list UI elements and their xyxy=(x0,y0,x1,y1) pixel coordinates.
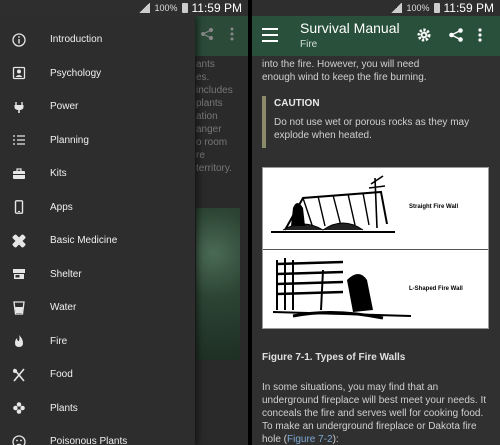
list-icon xyxy=(12,133,26,147)
drawer-item-basic-medicine[interactable]: Basic Medicine xyxy=(0,224,195,257)
article-content: into the fire. However, you will need en… xyxy=(252,56,500,445)
signal-icon xyxy=(391,3,403,13)
drawer-item-fire[interactable]: Fire xyxy=(0,325,195,358)
background-text-line: o room xyxy=(196,137,228,148)
drawer-item-label: Shelter xyxy=(50,268,82,280)
drawer-item-label: Introduction xyxy=(50,34,103,45)
drawer-item-label: Poisonous Plants xyxy=(50,436,128,445)
share-icon[interactable] xyxy=(448,27,464,43)
drawer-item-kits[interactable]: Kits xyxy=(0,157,195,190)
left-screen: 100% 11:59 PM ants es. includes plants ation… xyxy=(0,0,248,445)
drawer-item-poisonous-plants[interactable]: Poisonous Plants xyxy=(0,425,195,445)
drawer-item-shelter[interactable]: Shelter xyxy=(0,258,195,291)
intro-line-1: into the fire. However, you will need xyxy=(262,59,420,70)
battery-percent: 100% xyxy=(154,3,178,13)
intro-line-2: enough wind to keep the fire burning. xyxy=(262,72,427,83)
background-text-line: es. xyxy=(196,72,210,83)
l-shaped-fire-wall-label: L-Shaped Fire Wall xyxy=(409,286,463,292)
flame-icon xyxy=(12,334,26,348)
drawer-item-planning[interactable]: Planning xyxy=(0,124,195,157)
caution-text: Do not use wet or porous rocks as they m… xyxy=(274,117,470,141)
status-bar: 100% 11:59 PM xyxy=(0,0,248,16)
background-text-line: plants xyxy=(196,98,223,109)
bandage-icon xyxy=(12,234,26,248)
navigation-drawer: Introduction Psychology Power Planning Kits A… xyxy=(0,16,195,445)
battery-icon xyxy=(433,3,440,13)
clock: 11:59 PM xyxy=(443,1,494,15)
drawer-item-label: Fire xyxy=(50,335,68,347)
drawer-item-label: Kits xyxy=(50,168,67,179)
drawer-item-label: Apps xyxy=(50,201,73,213)
background-photo xyxy=(196,208,240,360)
phone-icon xyxy=(12,200,26,214)
drawer-item-label: Planning xyxy=(50,134,89,146)
more-vert-icon[interactable] xyxy=(478,27,484,43)
utensils-icon xyxy=(12,367,26,382)
figure-7-2-link[interactable]: Figure 7-2 xyxy=(287,434,333,445)
drawer-item-power[interactable]: Power xyxy=(0,90,195,123)
background-text-line: ation xyxy=(196,111,218,122)
cup-icon xyxy=(12,300,26,315)
background-text-line: anger xyxy=(196,124,222,135)
app-toolbar: Survival Manual Fire xyxy=(252,16,500,56)
sad-face-icon xyxy=(12,434,26,445)
toolbox-icon xyxy=(12,167,26,181)
drawer-item-label: Food xyxy=(50,369,73,380)
flower-icon xyxy=(12,401,26,415)
signal-icon xyxy=(139,3,151,13)
caution-box: CAUTION Do not use wet or porous rocks a… xyxy=(262,96,490,148)
drawer-item-introduction[interactable]: Introduction xyxy=(0,23,195,56)
battery-percent: 100% xyxy=(406,3,430,13)
share-icon xyxy=(200,27,214,44)
section-subtitle: Fire xyxy=(300,39,318,50)
drawer-item-label: Basic Medicine xyxy=(50,235,118,246)
right-screen: 100% 11:59 PM Survival Manual Fire into … xyxy=(252,0,500,445)
drawer-item-plants[interactable]: Plants xyxy=(0,392,195,425)
drawer-item-food[interactable]: Food xyxy=(0,358,195,391)
app-title: Survival Manual xyxy=(300,20,400,36)
drawer-item-water[interactable]: Water xyxy=(0,291,195,324)
power-plug-icon xyxy=(12,100,26,114)
status-bar: 100% 11:59 PM xyxy=(252,0,500,16)
clock: 11:59 PM xyxy=(191,1,242,15)
drawer-item-label: Power xyxy=(50,101,79,112)
caution-bar xyxy=(262,96,266,148)
info-icon xyxy=(12,32,26,47)
portrait-icon xyxy=(12,66,26,80)
paragraph-end: ): xyxy=(332,434,339,445)
more-vert-icon xyxy=(230,27,234,44)
figure-caption: Figure 7-1. Types of Fire Walls xyxy=(262,352,406,363)
background-text: ants es. includes plants ation anger o room re t… xyxy=(196,58,248,175)
battery-icon xyxy=(181,3,188,13)
store-icon xyxy=(12,267,26,281)
drawer-item-label: Plants xyxy=(50,402,78,414)
underground-paragraph: In some situations, you may find that an… xyxy=(262,381,494,445)
straight-fire-wall-label: Straight Fire Wall xyxy=(409,204,459,210)
drawer-item-apps[interactable]: Apps xyxy=(0,191,195,224)
drawer-item-psychology[interactable]: Psychology xyxy=(0,57,195,90)
fire-walls-figure: Straight Fire Wall L-Shaped Fire Wall xyxy=(262,167,489,329)
caution-heading: CAUTION xyxy=(274,98,320,109)
settings-gear-icon[interactable] xyxy=(416,27,432,43)
background-text-line: ants xyxy=(196,59,215,70)
drawer-item-label: Psychology xyxy=(50,67,102,79)
background-text-line: includes xyxy=(196,85,233,96)
drawer-item-label: Water xyxy=(50,302,77,313)
menu-icon[interactable] xyxy=(262,28,278,42)
background-text-line: re xyxy=(196,150,205,161)
background-text-line: territory. xyxy=(196,163,232,174)
